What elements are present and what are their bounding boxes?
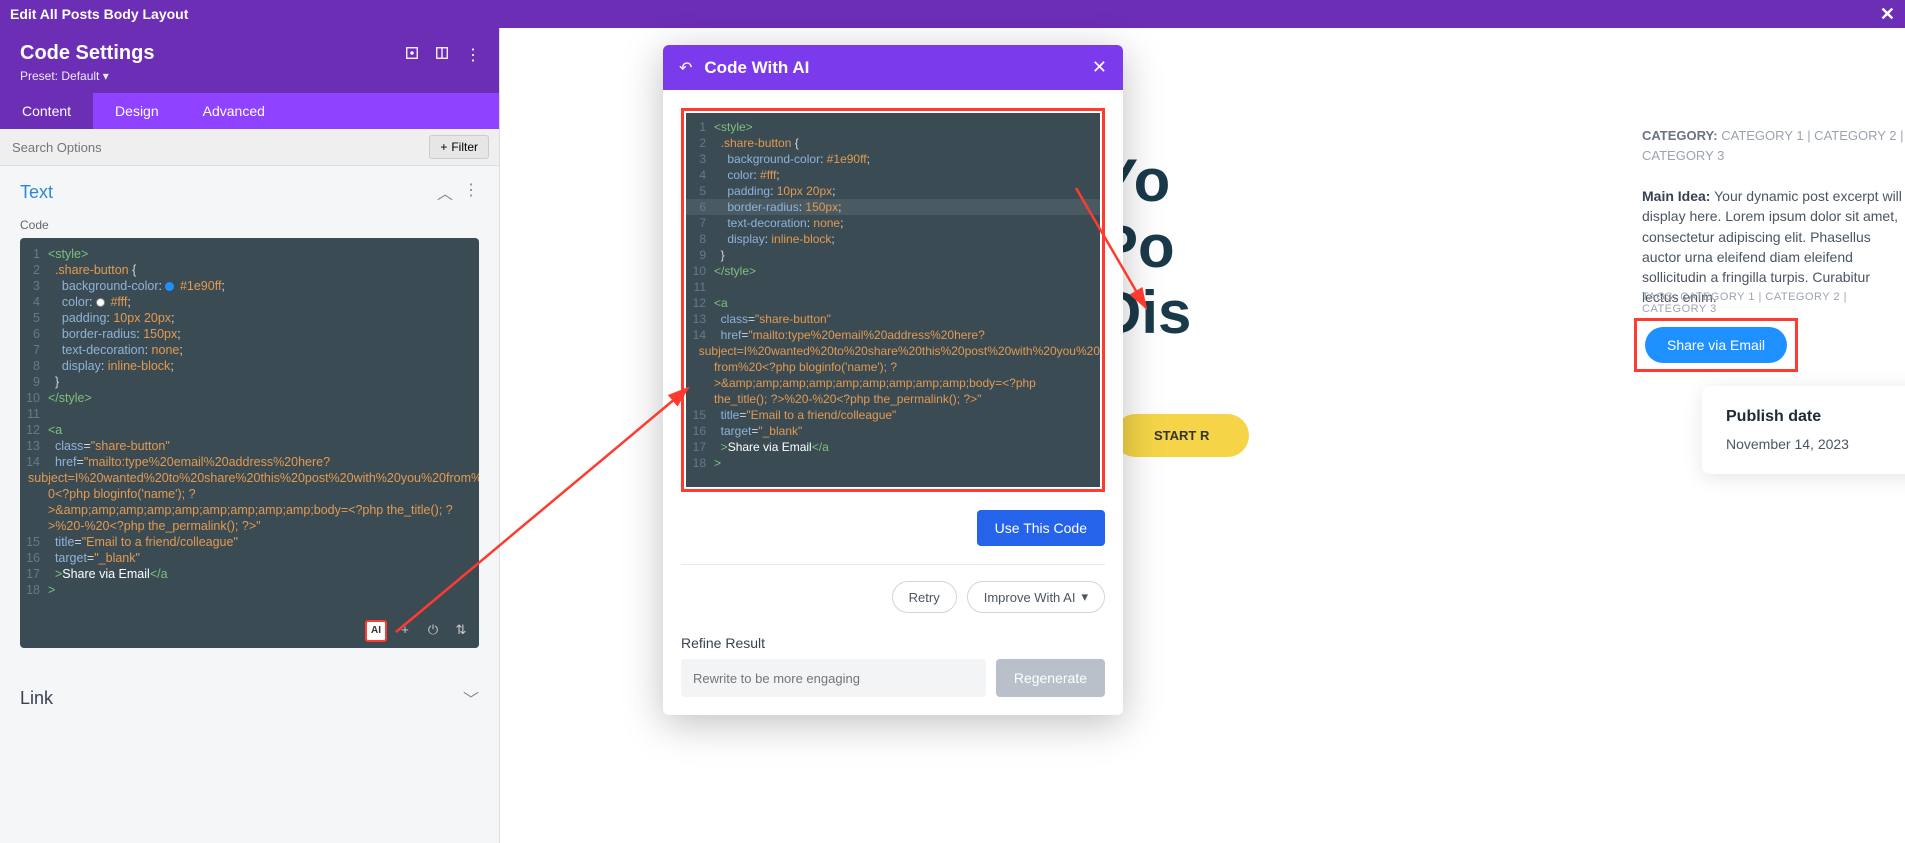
refine-input[interactable] xyxy=(681,659,986,697)
code-with-ai-modal: ↶ Code With AI ✕ 1<style>2 .share-button… xyxy=(663,45,1123,715)
settings-title: Code Settings xyxy=(20,42,154,65)
section-link-title: Link xyxy=(20,688,53,709)
layout-icon[interactable] xyxy=(435,46,449,65)
settings-panel: Code Settings Preset: Default ▾ ⋮ Conten… xyxy=(0,28,500,843)
refine-result-label: Refine Result xyxy=(663,629,1123,659)
main-idea-text: Main Idea: Your dynamic post excerpt wil… xyxy=(1642,186,1905,308)
use-this-code-button[interactable]: Use This Code xyxy=(977,510,1105,546)
regenerate-button[interactable]: Regenerate xyxy=(996,659,1105,697)
settings-header: Code Settings Preset: Default ▾ ⋮ xyxy=(0,28,499,93)
tab-advanced[interactable]: Advanced xyxy=(181,93,287,129)
start-button[interactable]: START R xyxy=(1114,414,1249,457)
modal-close-icon[interactable]: ✕ xyxy=(1092,57,1107,78)
code-field-label: Code xyxy=(0,218,499,238)
ai-button[interactable]: AI xyxy=(365,620,387,642)
code-editor[interactable]: 1<style>2 .share-button {3 background-co… xyxy=(20,238,479,648)
publish-title: Publish date xyxy=(1726,408,1905,426)
section-kebab-icon[interactable]: ⋮ xyxy=(463,180,479,204)
category-line: CATEGORY: CATEGORY 1 | CATEGORY 2 | CATE… xyxy=(1642,126,1905,165)
modal-code-highlight-box: 1<style>2 .share-button {3 background-co… xyxy=(681,108,1105,492)
share-highlight-box: Share via Email xyxy=(1634,318,1798,372)
publish-date-card: Publish date November 14, 2023 xyxy=(1702,386,1905,474)
sort-icon[interactable]: ⇅ xyxy=(451,620,471,640)
settings-tabs: Content Design Advanced xyxy=(0,93,499,129)
modal-title: Code With AI xyxy=(704,58,809,78)
kebab-icon[interactable]: ⋮ xyxy=(465,49,479,63)
retry-button[interactable]: Retry xyxy=(892,581,957,613)
section-text-title: Text xyxy=(20,182,53,203)
topbar-title: Edit All Posts Body Layout xyxy=(10,6,188,22)
power-icon[interactable]: ⏻ xyxy=(423,620,443,640)
collapse-icon[interactable]: ︿ xyxy=(437,180,453,204)
filter-button[interactable]: + Filter xyxy=(429,135,489,159)
share-via-email-button[interactable]: Share via Email xyxy=(1645,327,1787,363)
tags-line: TAGS: CATEGORY 1 | CATEGORY 2 | CATEGORY… xyxy=(1642,291,1905,315)
modal-code-editor[interactable]: 1<style>2 .share-button {3 background-co… xyxy=(686,113,1100,487)
plus-icon[interactable]: + xyxy=(395,620,415,640)
help-icon[interactable] xyxy=(405,46,419,65)
preset-selector[interactable]: Preset: Default ▾ xyxy=(20,69,154,83)
back-icon[interactable]: ↶ xyxy=(679,58,692,78)
close-icon[interactable]: ✕ xyxy=(1880,4,1895,25)
improve-with-ai-button[interactable]: Improve With AI ▾ xyxy=(967,581,1105,613)
tab-design[interactable]: Design xyxy=(93,93,181,129)
search-input[interactable] xyxy=(0,130,419,165)
publish-date: November 14, 2023 xyxy=(1726,436,1905,452)
topbar: Edit All Posts Body Layout ✕ xyxy=(0,0,1905,28)
tab-content[interactable]: Content xyxy=(0,93,93,129)
expand-icon[interactable]: ﹀ xyxy=(463,686,479,710)
